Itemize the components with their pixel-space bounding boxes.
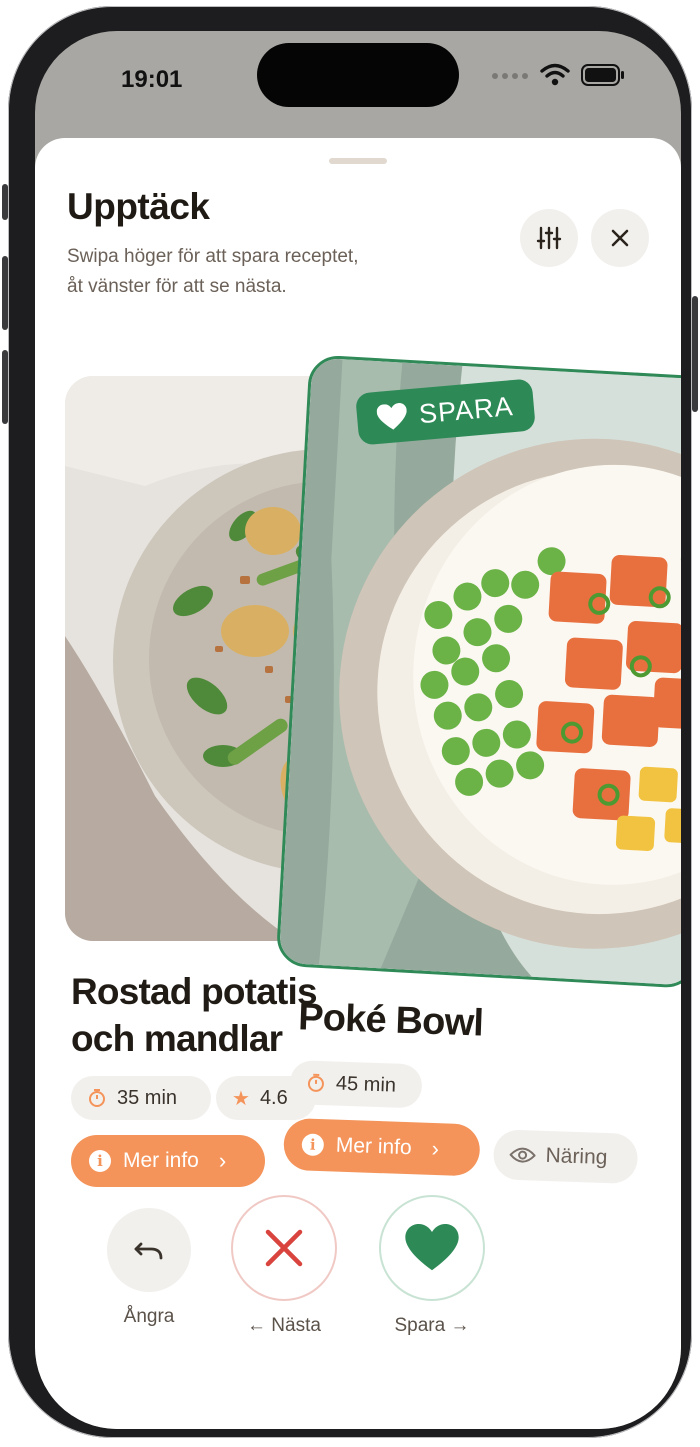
chevron-right-icon: ›: [431, 1135, 440, 1162]
volume-down-button: [2, 350, 8, 424]
info-icon: i: [301, 1133, 325, 1157]
filter-button[interactable]: [520, 209, 578, 267]
front-recipe-title: Poké Bowl: [297, 996, 484, 1045]
close-button[interactable]: [591, 209, 649, 267]
wifi-icon: [540, 63, 570, 86]
next-action[interactable]: ← Nästa: [229, 1195, 339, 1337]
heart-icon: [405, 1224, 459, 1271]
nutrition-button[interactable]: Näring: [492, 1129, 639, 1185]
close-icon: [265, 1229, 303, 1267]
back-time-chip: 35 min: [71, 1076, 211, 1120]
battery-icon: [581, 64, 624, 86]
undo-label: Ångra: [123, 1306, 175, 1327]
page-subtitle: Swipa höger för att spara receptet, åt v…: [67, 242, 487, 302]
back-recipe-title: Rostad potatis och mandlar: [71, 968, 316, 1062]
chevron-right-icon: ›: [218, 1148, 227, 1173]
front-time-label: 45 min: [335, 1072, 397, 1097]
status-time: 19:01: [121, 66, 183, 93]
status-bar: 19:01: [35, 31, 681, 131]
back-time-label: 35 min: [117, 1086, 178, 1109]
sliders-icon: [536, 226, 562, 250]
eye-icon: [509, 1147, 536, 1163]
page-title: Upptäck: [67, 186, 210, 227]
front-recipe-info: Poké Bowl 45 min i Mer info › Näring: [282, 996, 681, 1210]
mute-switch: [2, 184, 8, 220]
poke-bowl-image: [278, 357, 681, 989]
power-button: [692, 296, 698, 412]
next-label: ← Nästa: [247, 1315, 321, 1336]
front-recipe-image[interactable]: [275, 354, 681, 989]
dynamic-island: [257, 43, 459, 107]
back-more-info-button[interactable]: i Mer info ›: [71, 1135, 265, 1187]
save-action[interactable]: Spara →: [377, 1195, 487, 1337]
info-icon: i: [89, 1150, 111, 1172]
timer-icon: [89, 1089, 105, 1107]
back-title-line-2: och mandlar: [71, 1018, 283, 1059]
subtitle-line-2: åt vänster för att se nästa.: [67, 276, 287, 297]
save-button[interactable]: [379, 1195, 485, 1301]
front-more-info-label: Mer info: [335, 1133, 413, 1160]
front-time-chip: 45 min: [289, 1059, 423, 1109]
phone-frame: 19:01 Upptäck Swipa höger för att spara: [2, 6, 698, 1438]
back-rating-label: 4.6: [259, 1086, 288, 1109]
undo-button[interactable]: [107, 1208, 191, 1292]
save-label: Spara →: [394, 1315, 470, 1336]
heart-icon: [376, 402, 407, 430]
close-icon: [611, 229, 629, 247]
back-more-info-label: Mer info: [123, 1149, 199, 1172]
subtitle-line-1: Swipa höger för att spara receptet,: [67, 246, 359, 267]
screen: 19:01 Upptäck Swipa höger för att spara: [35, 31, 681, 1429]
front-more-info-button[interactable]: i Mer info ›: [282, 1117, 481, 1177]
sheet-grabber[interactable]: [329, 158, 387, 164]
undo-icon: [134, 1242, 163, 1260]
undo-action[interactable]: Ångra: [107, 1208, 191, 1328]
discover-sheet: Upptäck Swipa höger för att spara recept…: [35, 138, 681, 1429]
save-badge-label: SPARA: [417, 390, 515, 429]
nutrition-label: Näring: [545, 1143, 608, 1170]
timer-icon: [307, 1073, 324, 1092]
star-icon: ★: [232, 1087, 250, 1110]
volume-up-button: [2, 256, 8, 330]
dismiss-button[interactable]: [231, 1195, 337, 1301]
signal-icon: [492, 73, 528, 79]
back-title-line-1: Rostad potatis: [71, 971, 316, 1012]
